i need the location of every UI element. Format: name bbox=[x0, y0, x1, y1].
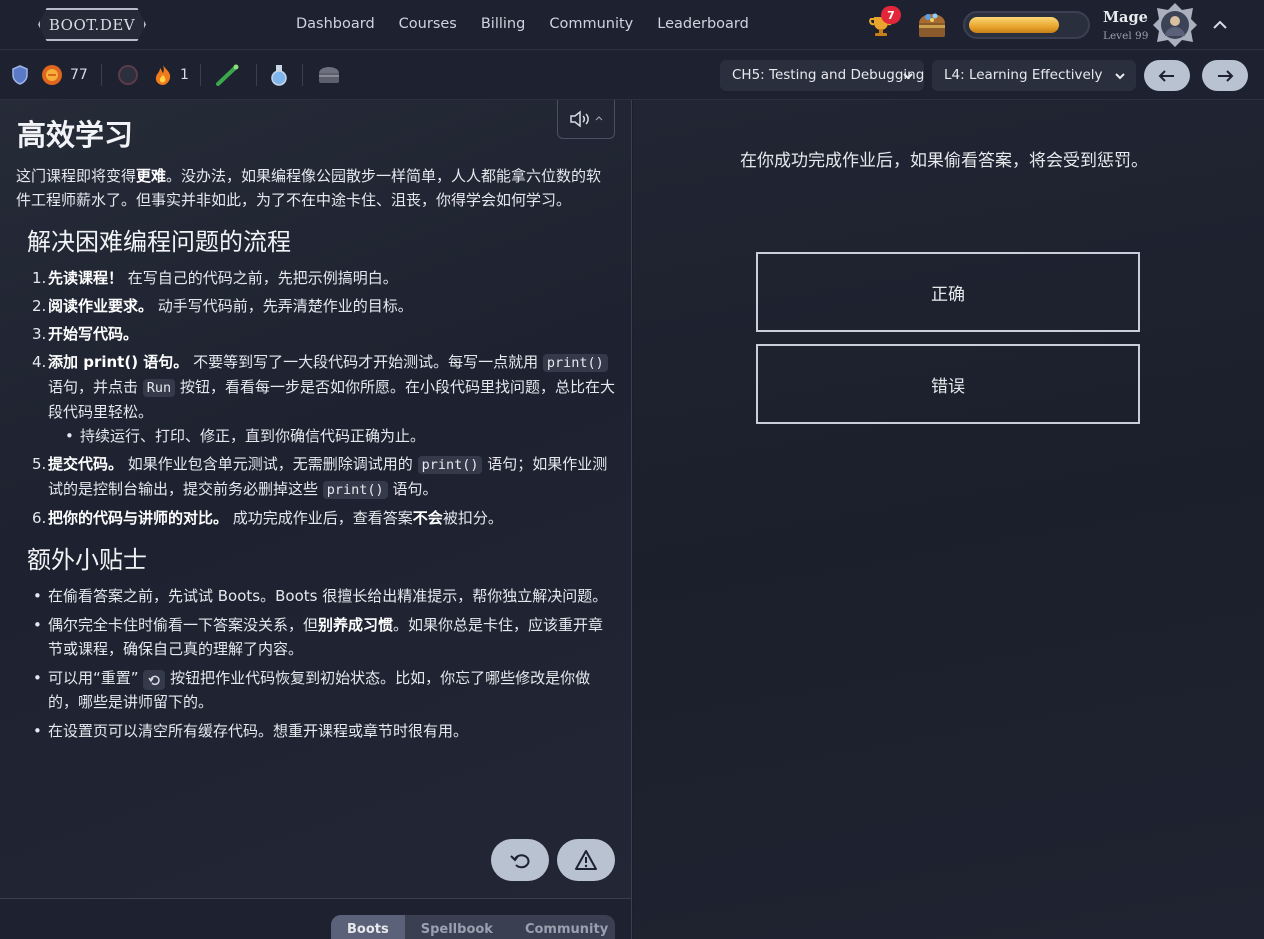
audio-button[interactable] bbox=[557, 100, 615, 139]
divider bbox=[200, 64, 201, 86]
streak-stat[interactable]: 1 bbox=[150, 63, 189, 87]
bottom-panel-bar: Boots Spellbook Community bbox=[0, 898, 632, 939]
step-item: 4. 添加 print() 语句。 不要等到写了一大段代码才开始测试。每写一点就用… bbox=[32, 353, 615, 421]
step-item: 3. 开始写代码。 bbox=[32, 325, 139, 343]
undo-icon bbox=[510, 854, 530, 869]
step-item: 5. 提交代码。 如果作业包含单元测试，无需删除调试用的 print() 语句；如… bbox=[32, 455, 608, 499]
tab-spellbook[interactable]: Spellbook bbox=[405, 915, 509, 939]
speaker-icon bbox=[570, 110, 589, 128]
tab-boots[interactable]: Boots bbox=[331, 915, 405, 939]
shield-icon bbox=[12, 65, 28, 85]
xp-progress-bar bbox=[963, 11, 1090, 39]
steps-list-continued: 5. 提交代码。 如果作业包含单元测试，无需删除调试用的 print() 语句；如… bbox=[16, 452, 616, 530]
warning-icon bbox=[575, 850, 597, 870]
streak-count: 1 bbox=[180, 67, 189, 83]
potion-stat[interactable] bbox=[268, 63, 290, 87]
potion-icon bbox=[271, 65, 287, 86]
nav-leaderboard[interactable]: Leaderboard bbox=[657, 16, 749, 32]
gem-icon bbox=[42, 65, 62, 85]
undo-icon bbox=[143, 670, 166, 690]
section-title-tips: 额外小贴士 bbox=[27, 546, 147, 574]
inline-code: Run bbox=[142, 379, 176, 397]
divider bbox=[256, 64, 257, 86]
steps-list: 1. 先读课程！ 在写自己的代码之前，先把示例搞明白。 2. 阅读作业要求。 动手写… bbox=[16, 266, 616, 424]
previous-lesson-button[interactable] bbox=[1144, 60, 1190, 91]
nav-billing[interactable]: Billing bbox=[481, 16, 525, 32]
xp-progress-fill bbox=[969, 17, 1059, 33]
inline-code: print() bbox=[542, 354, 608, 372]
arrow-left-icon bbox=[1158, 69, 1174, 82]
tip-item: 在设置页可以清空所有缓存代码。想重开课程或章节时很有用。 bbox=[16, 719, 616, 743]
inline-code: print() bbox=[322, 481, 388, 499]
chest-icon[interactable] bbox=[916, 10, 948, 40]
chevron-up-icon[interactable] bbox=[1210, 15, 1230, 35]
sub-item: 持续运行、打印、修正，直到你确信代码正确为止。 bbox=[48, 424, 616, 448]
bootdev-logo[interactable]: BOOT.DEV bbox=[38, 8, 146, 41]
next-lesson-button[interactable] bbox=[1202, 60, 1248, 91]
inline-code: print() bbox=[417, 456, 483, 474]
lesson-select-value: L4: Learning Effectively bbox=[944, 67, 1103, 83]
lesson-toolbar: 77 1 CH5: Testing and Debugging L4: Lear… bbox=[0, 50, 1264, 100]
user-rank: Mage bbox=[1103, 9, 1148, 26]
main-nav: Dashboard Courses Billing Community Lead… bbox=[296, 16, 749, 32]
step-item: 6. 把你的代码与讲师的对比。 成功完成作业后，查看答案不会被扣分。 bbox=[32, 509, 503, 527]
lesson-intro: 这门课程即将变得更难。没办法，如果编程像公园散步一样简单，人人都能拿六位数的软件… bbox=[16, 167, 602, 209]
tips-list: 在偷看答案之前，先试试 Boots。Boots 很擅长给出精准提示，帮你独立解决… bbox=[16, 584, 616, 743]
lesson-title: 高效学习 bbox=[17, 118, 134, 152]
chevron-up-icon bbox=[595, 116, 603, 121]
tip-item: 偶尔完全卡住时偷看一下答案没关系，但别养成习惯。如果你总是卡住，应该重开章节或课… bbox=[16, 613, 616, 661]
gem-stat[interactable]: 77 bbox=[40, 63, 88, 87]
chest-icon bbox=[319, 67, 339, 83]
nav-dashboard[interactable]: Dashboard bbox=[296, 16, 375, 32]
divider bbox=[101, 64, 102, 86]
notification-badge: 7 bbox=[881, 6, 901, 24]
step-item: 2. 阅读作业要求。 动手写代码前，先弄清楚作业的目标。 bbox=[32, 297, 413, 315]
gem-count: 77 bbox=[70, 67, 88, 83]
flame-icon bbox=[155, 65, 171, 85]
chest-stat[interactable] bbox=[316, 63, 342, 87]
arrow-right-icon bbox=[1218, 69, 1234, 82]
wand-stat[interactable] bbox=[214, 63, 242, 87]
reset-code-button[interactable] bbox=[491, 839, 549, 881]
quiz-pane: 在你成功完成作业后，如果偷看答案，将会受到惩罚。 正确 错误 bbox=[633, 100, 1264, 939]
divider bbox=[302, 64, 303, 86]
lesson-content-pane[interactable]: 高效学习 这门课程即将变得更难。没办法，如果编程像公园散步一样简单，人人都能拿六… bbox=[0, 100, 632, 898]
quiz-question: 在你成功完成作业后，如果偷看答案，将会受到惩罚。 bbox=[740, 151, 1148, 171]
lesson-select[interactable]: L4: Learning Effectively bbox=[932, 60, 1136, 91]
orb-stat[interactable] bbox=[116, 63, 140, 87]
answer-false-button[interactable]: 错误 bbox=[756, 344, 1140, 424]
section-title-process: 解决困难编程问题的流程 bbox=[27, 228, 291, 256]
top-navbar: BOOT.DEV Dashboard Courses Billing Commu… bbox=[0, 0, 1264, 50]
chapter-select-value: CH5: Testing and Debugging bbox=[732, 67, 924, 83]
step-item: 1. 先读课程！ 在写自己的代码之前，先把示例搞明白。 bbox=[32, 269, 398, 287]
wand-icon bbox=[216, 64, 239, 86]
dark-orb-icon bbox=[118, 65, 138, 85]
tab-community[interactable]: Community bbox=[509, 915, 624, 939]
tip-item: 在偷看答案之前，先试试 Boots。Boots 很擅长给出精准提示，帮你独立解决… bbox=[16, 584, 616, 608]
armor-stat[interactable] bbox=[10, 63, 30, 87]
answer-true-button[interactable]: 正确 bbox=[756, 252, 1140, 332]
sub-list: 持续运行、打印、修正，直到你确信代码正确为止。 bbox=[48, 424, 616, 448]
user-avatar[interactable] bbox=[1152, 2, 1198, 48]
user-level: Level 99 bbox=[1103, 30, 1149, 42]
chapter-select[interactable]: CH5: Testing and Debugging bbox=[720, 60, 924, 91]
report-issue-button[interactable] bbox=[557, 839, 615, 881]
chevron-down-icon bbox=[1115, 73, 1125, 80]
bottom-tabs: Boots Spellbook Community bbox=[331, 915, 615, 939]
lesson-body: 这门课程即将变得更难。没办法，如果编程像公园散步一样简单，人人都能拿六位数的软件… bbox=[16, 164, 616, 748]
chevron-down-icon bbox=[903, 73, 913, 80]
tip-item: 可以用“重置” 按钮把作业代码恢复到初始状态。比如，你忘了哪些修改是你做的，哪些… bbox=[16, 666, 616, 714]
nav-courses[interactable]: Courses bbox=[399, 16, 457, 32]
nav-community[interactable]: Community bbox=[549, 16, 633, 32]
